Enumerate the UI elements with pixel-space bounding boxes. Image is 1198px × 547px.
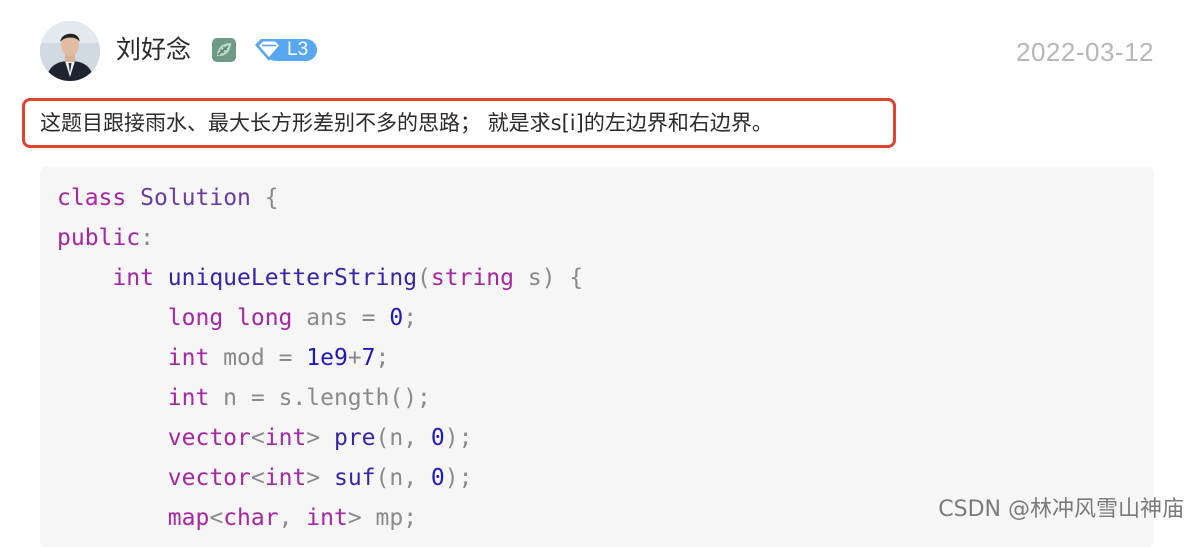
code-token: ( xyxy=(417,265,431,291)
code-content: class Solution {public: int uniqueLetter… xyxy=(57,178,583,538)
code-token: int xyxy=(264,425,307,451)
code-token: ans = xyxy=(292,305,390,331)
code-line: int n = s.length(); xyxy=(57,378,583,418)
code-token: + xyxy=(347,345,362,371)
code-token: int xyxy=(167,345,210,371)
code-token: 1e9 xyxy=(306,345,348,371)
code-line: class Solution { xyxy=(57,178,583,218)
code-token: 0 xyxy=(389,305,404,331)
code-token: > xyxy=(306,465,334,491)
code-token: ; xyxy=(375,345,390,371)
avatar[interactable] xyxy=(40,21,100,81)
code-line: int mod = 1e9+7; xyxy=(57,338,583,378)
code-token: ; xyxy=(403,305,418,331)
code-token: (n, xyxy=(375,425,431,451)
code-token: vector xyxy=(167,465,251,491)
code-token: map xyxy=(167,505,210,531)
comment-text: 这题目跟接雨水、最大长方形差别不多的思路； 就是求s[i]的左边界和右边界。 xyxy=(40,111,773,135)
code-token: s) { xyxy=(514,265,584,291)
code-token: int xyxy=(112,265,154,291)
level-label: L3 xyxy=(287,39,309,60)
code-token: > mp; xyxy=(347,505,418,531)
code-token: 0 xyxy=(430,465,445,491)
code-token: int xyxy=(167,385,210,411)
code-token: mod = xyxy=(209,345,307,371)
code-token: 7 xyxy=(361,345,376,371)
comment-date: 2022-03-12 xyxy=(1016,37,1154,67)
level-badge: L3 xyxy=(253,36,319,64)
code-token: 0 xyxy=(430,425,445,451)
code-token: vector xyxy=(167,425,251,451)
code-token: int xyxy=(306,505,348,531)
code-line: long long ans = 0; xyxy=(57,298,583,338)
code-token: long long xyxy=(167,305,293,331)
watermark: CSDN @林冲风雪山神庙 xyxy=(938,497,1184,522)
code-line: int uniqueLetterString(string s) { xyxy=(57,258,583,298)
code-token: ); xyxy=(444,465,473,491)
username[interactable]: 刘好念 xyxy=(116,33,191,67)
code-token: ); xyxy=(444,425,473,451)
code-token: { xyxy=(250,185,279,211)
code-token: string xyxy=(430,265,514,291)
code-line: public: xyxy=(57,218,583,258)
code-token: public xyxy=(57,225,141,251)
code-token: < xyxy=(209,505,224,531)
code-token: Solution xyxy=(140,185,251,211)
code-token: < xyxy=(250,465,265,491)
code-token: , xyxy=(278,505,307,531)
code-token: class xyxy=(57,185,127,211)
code-line: map<char, int> mp; xyxy=(57,498,583,538)
code-token: (n, xyxy=(375,465,431,491)
code-token: n = s.length(); xyxy=(209,385,431,411)
code-token: pre xyxy=(333,425,376,451)
code-token: suf xyxy=(333,465,376,491)
code-token: < xyxy=(250,425,265,451)
avatar-photo xyxy=(40,21,100,81)
code-token: char xyxy=(223,505,279,531)
code-line: vector<int> suf(n, 0); xyxy=(57,458,583,498)
diamond-level-icon xyxy=(255,39,317,61)
leaf-badge-icon xyxy=(212,38,236,62)
code-token: > xyxy=(306,425,334,451)
code-line: vector<int> pre(n, 0); xyxy=(57,418,583,458)
code-token: : xyxy=(140,225,154,251)
code-token: int xyxy=(264,465,307,491)
code-token: uniqueLetterString xyxy=(167,265,418,291)
